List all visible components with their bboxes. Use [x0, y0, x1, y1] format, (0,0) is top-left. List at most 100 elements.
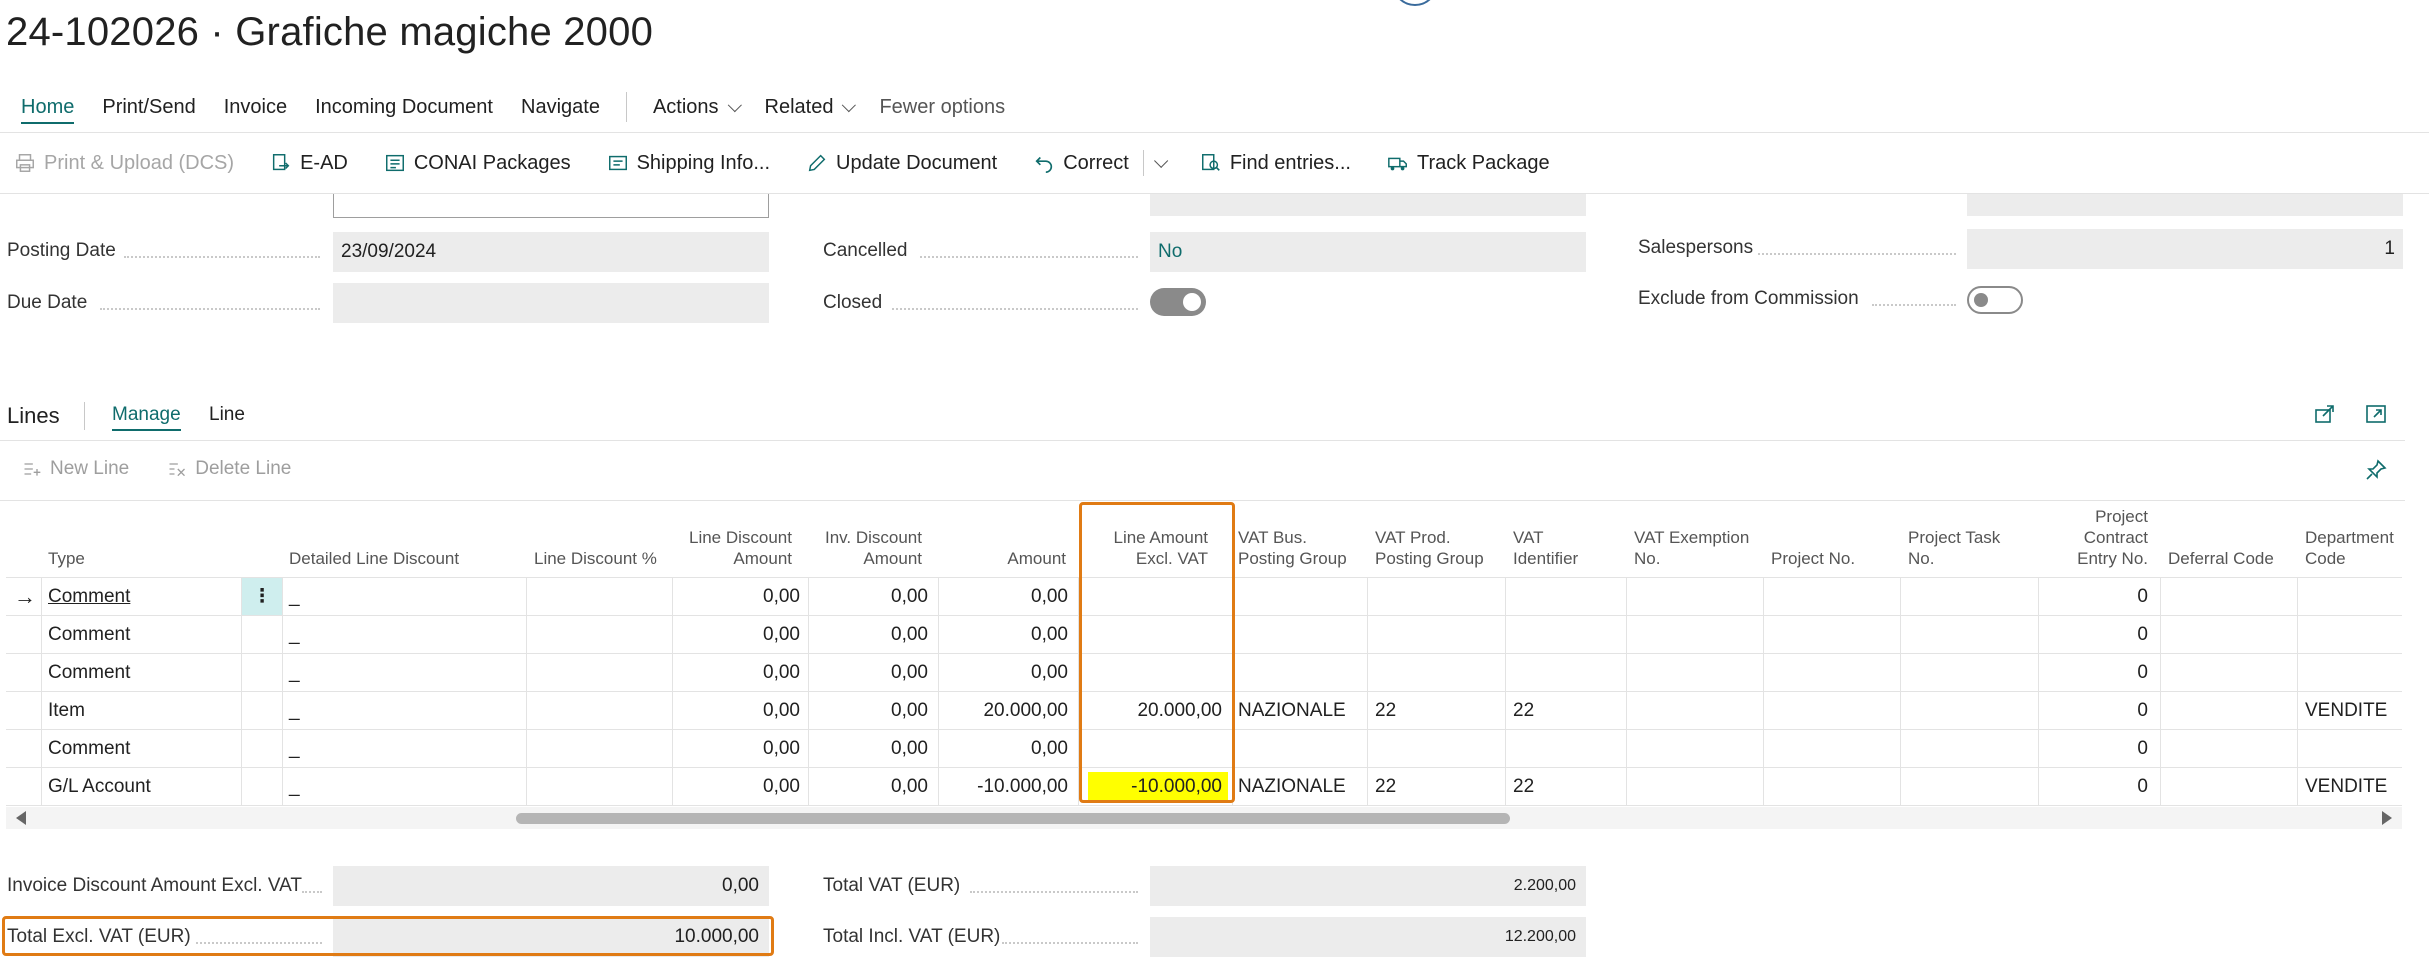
cell-vat-bus-posting-group[interactable]: NAZIONALE: [1238, 768, 1346, 805]
delete-line-button[interactable]: Delete Line: [167, 458, 291, 480]
conai-packages-button[interactable]: CONAI Packages: [384, 152, 571, 175]
col-vat-prod-posting-group[interactable]: VAT Prod. Posting Group: [1375, 527, 1484, 569]
scrollbar-thumb[interactable]: [516, 813, 1510, 824]
shipping-info-button[interactable]: Shipping Info...: [607, 152, 770, 175]
fewer-options-button[interactable]: Fewer options: [865, 88, 1019, 126]
col-amount[interactable]: Amount: [946, 548, 1066, 569]
cell-vat-prod-posting-group[interactable]: 22: [1375, 768, 1396, 805]
cell-department-code[interactable]: VENDITE: [2305, 692, 2387, 729]
your-reference-field[interactable]: [333, 194, 769, 218]
cell-line-discount-amount[interactable]: 0,00: [672, 654, 800, 691]
cell-inv-discount-amount[interactable]: 0,00: [808, 616, 928, 653]
cell-project-contract-entry-no[interactable]: 0: [2038, 692, 2148, 729]
tab-incoming-document[interactable]: Incoming Document: [301, 88, 507, 126]
cell-detailed-line-discount[interactable]: _: [289, 692, 300, 729]
cell-type[interactable]: Comment: [48, 730, 130, 767]
tab-home[interactable]: Home: [7, 88, 88, 126]
cell-vat-prod-posting-group[interactable]: 22: [1375, 692, 1396, 729]
share-icon[interactable]: [2313, 402, 2337, 426]
new-line-button[interactable]: New Line: [22, 458, 129, 480]
cell-department-code[interactable]: VENDITE: [2305, 768, 2387, 805]
correct-button[interactable]: Correct: [1033, 152, 1129, 175]
cell-inv-discount-amount[interactable]: 0,00: [808, 730, 928, 767]
tab-navigate[interactable]: Navigate: [507, 88, 614, 126]
cell-line-discount-amount[interactable]: 0,00: [672, 578, 800, 615]
col-department-code[interactable]: Department Code: [2305, 527, 2394, 569]
menu-actions[interactable]: Actions: [639, 88, 751, 126]
find-entries-button[interactable]: Find entries...: [1200, 152, 1351, 175]
cell-project-contract-entry-no[interactable]: 0: [2038, 730, 2148, 767]
cancelled-field[interactable]: No: [1150, 232, 1586, 272]
cell-amount[interactable]: 0,00: [938, 654, 1068, 691]
cell-project-contract-entry-no[interactable]: 0: [2038, 616, 2148, 653]
cell-vat-bus-posting-group[interactable]: NAZIONALE: [1238, 692, 1346, 729]
posting-date-field[interactable]: 23/09/2024: [333, 232, 769, 272]
cell-amount[interactable]: -10.000,00: [938, 768, 1068, 805]
tab-manage[interactable]: Manage: [112, 404, 181, 431]
cell-type[interactable]: Item: [48, 692, 85, 729]
cell-inv-discount-amount[interactable]: 0,00: [808, 768, 928, 805]
cell-amount[interactable]: 0,00: [938, 616, 1068, 653]
col-vat-bus-posting-group[interactable]: VAT Bus. Posting Group: [1238, 527, 1347, 569]
scroll-left-arrow-icon[interactable]: [16, 811, 26, 825]
horizontal-scrollbar[interactable]: [6, 807, 2402, 829]
cell-type[interactable]: Comment: [48, 578, 130, 615]
col-project-contract-entry-no[interactable]: Project Contract Entry No.: [2036, 506, 2148, 569]
cell-amount[interactable]: 0,00: [938, 730, 1068, 767]
cell-inv-discount-amount[interactable]: 0,00: [808, 692, 928, 729]
col-line-discount-pct[interactable]: Line Discount %: [534, 548, 657, 569]
track-package-button[interactable]: Track Package: [1387, 152, 1550, 175]
cell-detailed-line-discount[interactable]: _: [289, 768, 300, 805]
cut-off-field[interactable]: [1967, 194, 2403, 216]
tab-line[interactable]: Line: [209, 404, 245, 426]
chevron-down-icon[interactable]: [1153, 153, 1169, 168]
cell-line-discount-amount[interactable]: 0,00: [672, 616, 800, 653]
cell-type[interactable]: Comment: [48, 616, 130, 653]
col-type[interactable]: Type: [48, 548, 85, 569]
col-vat-exemption-no[interactable]: VAT Exemption No.: [1634, 527, 1749, 569]
col-deferral-code[interactable]: Deferral Code: [2168, 548, 2274, 569]
exclude-commission-toggle[interactable]: [1967, 286, 2023, 314]
salespersons-field[interactable]: 1: [1967, 229, 2403, 269]
col-project-task-no[interactable]: Project Task No.: [1908, 527, 2000, 569]
col-inv-discount-amount[interactable]: Inv. Discount Amount: [806, 527, 922, 569]
col-label: No.: [1908, 549, 1935, 568]
cell-type[interactable]: G/L Account: [48, 768, 151, 805]
scroll-right-arrow-icon[interactable]: [2382, 811, 2392, 825]
cell-line-discount-amount[interactable]: 0,00: [672, 692, 800, 729]
col-vat-identifier[interactable]: VAT Identifier: [1513, 527, 1578, 569]
cell-inv-discount-amount[interactable]: 0,00: [808, 654, 928, 691]
cell-detailed-line-discount[interactable]: _: [289, 616, 300, 653]
due-date-field[interactable]: [333, 283, 769, 323]
activity-code-field[interactable]: [1150, 194, 1586, 216]
cell-vat-identifier[interactable]: 22: [1513, 692, 1534, 729]
cell-vat-identifier[interactable]: 22: [1513, 768, 1534, 805]
closed-toggle[interactable]: [1150, 288, 1206, 316]
tab-invoice[interactable]: Invoice: [210, 88, 301, 126]
pin-icon[interactable]: [2364, 458, 2388, 482]
cell-type[interactable]: Comment: [48, 654, 130, 691]
cell-project-contract-entry-no[interactable]: 0: [2038, 768, 2148, 805]
col-line-discount-amount[interactable]: Line Discount Amount: [666, 527, 792, 569]
update-document-button[interactable]: Update Document: [806, 152, 997, 175]
cell-line-discount-amount[interactable]: 0,00: [672, 768, 800, 805]
cell-detailed-line-discount[interactable]: _: [289, 654, 300, 691]
cell-inv-discount-amount[interactable]: 0,00: [808, 578, 928, 615]
col-detailed-line-discount[interactable]: Detailed Line Discount: [289, 548, 459, 569]
row-menu-button[interactable]: ⋮: [242, 578, 282, 615]
cell-amount[interactable]: 20.000,00: [938, 692, 1068, 729]
cell-project-contract-entry-no[interactable]: 0: [2038, 578, 2148, 615]
cell-line-discount-amount[interactable]: 0,00: [672, 730, 800, 767]
menu-related[interactable]: Related: [751, 88, 866, 126]
tab-print-send[interactable]: Print/Send: [88, 88, 209, 126]
cell-amount[interactable]: 0,00: [938, 578, 1068, 615]
col-project-no[interactable]: Project No.: [1771, 548, 1855, 569]
ead-button[interactable]: E-AD: [270, 152, 348, 175]
cell-project-contract-entry-no[interactable]: 0: [2038, 654, 2148, 691]
cell-detailed-line-discount[interactable]: _: [289, 730, 300, 767]
print-upload-button[interactable]: Print & Upload (DCS): [14, 152, 234, 175]
inv-discount-field[interactable]: 0,00: [333, 866, 769, 906]
cell-detailed-line-discount[interactable]: _: [289, 578, 300, 615]
exclude-commission-label: Exclude from Commission: [1638, 288, 1859, 309]
expand-icon[interactable]: [2364, 402, 2388, 426]
